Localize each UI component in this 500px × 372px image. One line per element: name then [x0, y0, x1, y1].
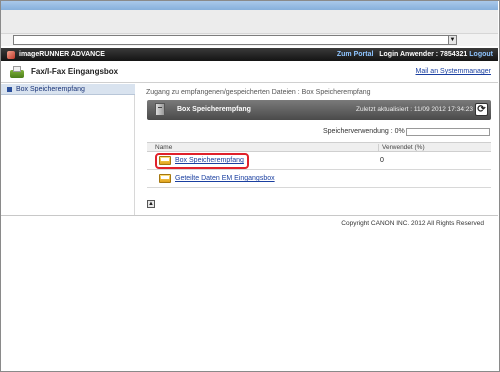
page-title: Fax/I-Fax Eingangsbox: [31, 67, 119, 76]
app-subheader: Fax/I-Fax Eingangsbox Mail an Systemmana…: [1, 61, 498, 83]
last-updated: Zuletzt aktualisiert : 11/09 2012 17:34:…: [356, 106, 473, 113]
shared-data-link[interactable]: Geteilte Daten EM Eingangsbox: [175, 175, 275, 182]
folder-icon: [159, 174, 171, 183]
footer-divider: [1, 215, 498, 216]
main-content: Zugang zu empfangenen/gespeicherten Date…: [136, 84, 498, 215]
brand-name: imageRUNNER ADVANCE: [19, 51, 105, 58]
bullet-icon: [7, 87, 12, 92]
table-row: Geteilte Daten EM Eingangsbox: [147, 170, 491, 188]
table-header: Name Verwendet (%): [147, 142, 491, 152]
breadcrumb: Zugang zu empfangenen/gespeicherten Date…: [146, 89, 371, 96]
used-value: 0: [380, 157, 384, 164]
portal-link[interactable]: Zum Portal: [337, 51, 374, 58]
box-icon: [155, 103, 165, 116]
copyright: Copyright CANON INC. 2012 All Rights Res…: [341, 220, 484, 227]
table-row: Box Speicherempfang 0: [147, 152, 491, 170]
login-label: Login Anwender : 7854321: [379, 51, 468, 58]
panel-title: Box Speicherempfang: [177, 106, 251, 113]
app-header: imageRUNNER ADVANCE Zum Portal Login Anw…: [1, 48, 498, 61]
address-dropdown-icon[interactable]: ▼: [448, 36, 456, 44]
column-header-used: Verwendet (%): [378, 144, 425, 152]
browser-toolbar: [1, 10, 498, 34]
box-table: Name Verwendet (%) Box Speicherempfang 0…: [147, 142, 491, 188]
column-header-name: Name: [155, 144, 173, 151]
box-link[interactable]: Box Speicherempfang: [175, 157, 244, 164]
usage-label: Speicherverwendung : 0%: [323, 128, 405, 135]
fax-icon: [10, 66, 24, 78]
window-titlebar: [1, 1, 498, 10]
back-to-top-icon[interactable]: ▲: [147, 200, 155, 208]
mail-systemmanager-link[interactable]: Mail an Systemmanager: [416, 68, 491, 75]
folder-icon: [159, 156, 171, 165]
panel-header: Box Speicherempfang Zuletzt aktualisiert…: [147, 100, 491, 120]
canon-logo-icon: [7, 51, 15, 59]
user-id: 7854321: [440, 51, 468, 58]
address-field[interactable]: [13, 35, 457, 45]
header-links: Zum Portal Login Anwender : 7854321 Logo…: [337, 50, 493, 59]
sidebar: Box Speicherempfang: [1, 84, 135, 215]
usage-progress-bar: [406, 128, 490, 136]
sidebar-item-box-speicherempfang[interactable]: Box Speicherempfang: [1, 84, 135, 95]
refresh-icon[interactable]: ⟳: [475, 103, 488, 116]
sidebar-item-label[interactable]: Box Speicherempfang: [16, 85, 85, 94]
logout-link[interactable]: Logout: [469, 51, 493, 58]
